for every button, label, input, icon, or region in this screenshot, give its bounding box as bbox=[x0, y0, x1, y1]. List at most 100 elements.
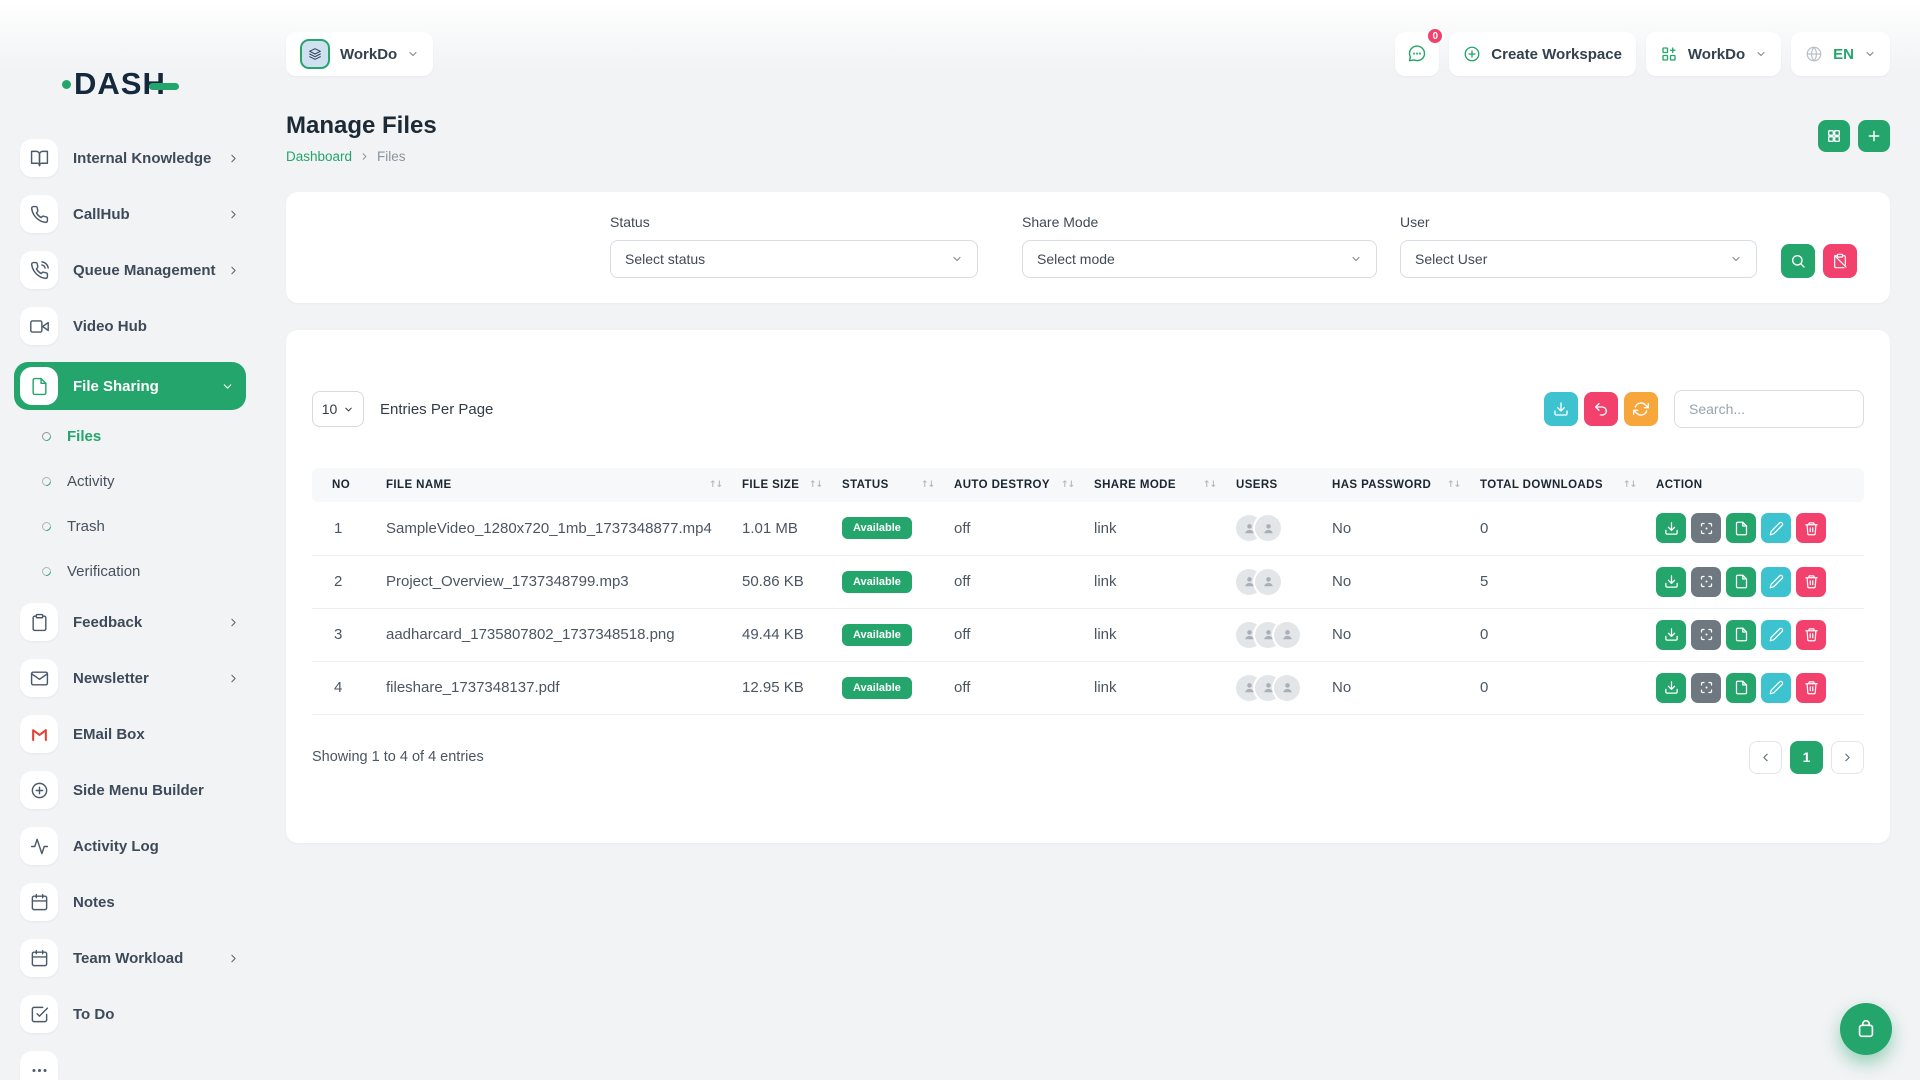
search-icon bbox=[1790, 253, 1806, 269]
workspace-dropdown[interactable]: WorkDo bbox=[1646, 32, 1781, 76]
sidebar-item-feedback[interactable]: Feedback bbox=[20, 602, 240, 642]
sidebar-subitem-trash[interactable]: Trash bbox=[20, 512, 240, 540]
table-search-input[interactable] bbox=[1674, 390, 1864, 428]
delete-action-button[interactable] bbox=[1796, 673, 1826, 703]
sidebar-item-internal-knowledge[interactable]: Internal Knowledge bbox=[20, 138, 240, 178]
delete-action-button[interactable] bbox=[1796, 513, 1826, 543]
logo[interactable]: DASH bbox=[62, 66, 240, 102]
create-workspace-button[interactable]: Create Workspace bbox=[1449, 32, 1636, 76]
entries-summary: Showing 1 to 4 of 4 entries bbox=[312, 749, 484, 765]
column-header-share-mode[interactable]: SHARE MODE↑↓ bbox=[1084, 468, 1226, 502]
file-action-button[interactable] bbox=[1726, 567, 1756, 597]
file-action-button[interactable] bbox=[1726, 673, 1756, 703]
messenger-button[interactable]: 0 bbox=[1395, 32, 1439, 76]
sidebar-item-email-box[interactable]: EMail Box bbox=[20, 714, 240, 754]
column-header-auto-destroy[interactable]: AUTO DESTROY↑↓ bbox=[944, 468, 1084, 502]
sidebar-item-team-workload[interactable]: Team Workload bbox=[20, 938, 240, 978]
status-filter-select[interactable]: Select status bbox=[610, 240, 978, 278]
language-dropdown[interactable]: EN bbox=[1791, 32, 1890, 76]
sort-icon[interactable]: ↑↓ bbox=[1447, 480, 1460, 490]
delete-action-button[interactable] bbox=[1796, 567, 1826, 597]
file-action-button[interactable] bbox=[1726, 513, 1756, 543]
sort-icon[interactable]: ↑↓ bbox=[809, 480, 822, 490]
layers-icon bbox=[307, 46, 323, 62]
column-header-total-downloads[interactable]: TOTAL DOWNLOADS↑↓ bbox=[1470, 468, 1646, 502]
sidebar-item-activity-log[interactable]: Activity Log bbox=[20, 826, 240, 866]
add-file-button[interactable] bbox=[1858, 120, 1890, 152]
sort-icon[interactable]: ↑↓ bbox=[1203, 480, 1216, 490]
scan-icon bbox=[1699, 574, 1714, 589]
user-avatar bbox=[1274, 675, 1300, 701]
activity-icon bbox=[30, 837, 49, 856]
phone-call-icon-box bbox=[20, 251, 58, 289]
page-1-button[interactable]: 1 bbox=[1790, 741, 1823, 774]
scan-action-button[interactable] bbox=[1691, 673, 1721, 703]
column-header-status[interactable]: STATUS↑↓ bbox=[832, 468, 944, 502]
pagination: 1 bbox=[1749, 741, 1864, 774]
delete-action-button[interactable] bbox=[1796, 620, 1826, 650]
sidebar-item-newsletter[interactable]: Newsletter bbox=[20, 658, 240, 698]
bullet-icon bbox=[40, 475, 53, 488]
next-page-button[interactable] bbox=[1831, 741, 1864, 774]
scan-action-button[interactable] bbox=[1691, 513, 1721, 543]
sort-icon[interactable]: ↑↓ bbox=[709, 480, 722, 490]
sidebar-subitem-files[interactable]: Files bbox=[20, 422, 240, 450]
edit-action-button[interactable] bbox=[1761, 673, 1791, 703]
edit-action-button[interactable] bbox=[1761, 620, 1791, 650]
sidebar-item-to-do[interactable]: To Do bbox=[20, 994, 240, 1034]
column-header-file-size[interactable]: FILE SIZE↑↓ bbox=[732, 468, 832, 502]
files-table-card: 10 Entries Per Page NOFILE NAME↑↓FILE SI… bbox=[286, 330, 1890, 843]
sidebar-item-side-menu-builder[interactable]: Side Menu Builder bbox=[20, 770, 240, 810]
refresh-button[interactable] bbox=[1624, 392, 1658, 426]
sidebar-subitem-activity[interactable]: Activity bbox=[20, 467, 240, 495]
reset-filter-button[interactable] bbox=[1823, 244, 1857, 278]
share-mode-filter-select[interactable]: Select mode bbox=[1022, 240, 1377, 278]
sort-icon[interactable]: ↑↓ bbox=[1623, 480, 1636, 490]
file-action-button[interactable] bbox=[1726, 620, 1756, 650]
table-row: 1SampleVideo_1280x720_1mb_1737348877.mp4… bbox=[312, 502, 1864, 555]
auto-destroy: off bbox=[944, 555, 1084, 608]
export-button[interactable] bbox=[1544, 392, 1578, 426]
column-header-users: USERS bbox=[1226, 468, 1322, 502]
entries-per-page-select[interactable]: 10 bbox=[312, 391, 364, 427]
sidebar-item-file-sharing[interactable]: File Sharing bbox=[14, 362, 246, 410]
calendar-icon bbox=[30, 893, 49, 912]
apply-filter-button[interactable] bbox=[1781, 244, 1815, 278]
column-header-has-password[interactable]: HAS PASSWORD↑↓ bbox=[1322, 468, 1470, 502]
workspace-switcher[interactable]: WorkDo bbox=[286, 32, 433, 76]
previous-page-button[interactable] bbox=[1749, 741, 1782, 774]
shared-users bbox=[1236, 622, 1312, 648]
bag-icon bbox=[1855, 1018, 1877, 1040]
chevron-right-icon bbox=[227, 672, 240, 685]
sort-icon[interactable]: ↑↓ bbox=[921, 480, 934, 490]
scan-action-button[interactable] bbox=[1691, 567, 1721, 597]
undo-button[interactable] bbox=[1584, 392, 1618, 426]
chevron-right-icon bbox=[227, 616, 240, 629]
sidebar-subitem-verification[interactable]: Verification bbox=[20, 557, 240, 585]
user-filter-select[interactable]: Select User bbox=[1400, 240, 1757, 278]
sort-icon[interactable]: ↑↓ bbox=[1061, 480, 1074, 490]
download-action-button[interactable] bbox=[1656, 567, 1686, 597]
sidebar-item-more[interactable] bbox=[20, 1050, 240, 1080]
user-avatar bbox=[1255, 515, 1281, 541]
chevron-right-icon bbox=[359, 151, 370, 162]
download-action-button[interactable] bbox=[1656, 673, 1686, 703]
grid-view-button[interactable] bbox=[1818, 120, 1850, 152]
breadcrumb-dashboard-link[interactable]: Dashboard bbox=[286, 149, 352, 164]
download-action-button[interactable] bbox=[1656, 620, 1686, 650]
download-action-button[interactable] bbox=[1656, 513, 1686, 543]
grid-plus-icon bbox=[1660, 45, 1678, 63]
sidebar-item-notes[interactable]: Notes bbox=[20, 882, 240, 922]
user-avatar bbox=[1274, 622, 1300, 648]
sidebar-item-video-hub[interactable]: Video Hub bbox=[20, 306, 240, 346]
edit-action-button[interactable] bbox=[1761, 513, 1791, 543]
addon-store-button[interactable] bbox=[1840, 1003, 1892, 1055]
edit-action-button[interactable] bbox=[1761, 567, 1791, 597]
shared-users bbox=[1236, 515, 1312, 541]
sidebar-item-queue-management[interactable]: Queue Management bbox=[20, 250, 240, 290]
file-icon bbox=[1734, 680, 1749, 695]
column-header-file-name[interactable]: FILE NAME↑↓ bbox=[376, 468, 732, 502]
file-icon bbox=[30, 377, 49, 396]
sidebar-item-callhub[interactable]: CallHub bbox=[20, 194, 240, 234]
scan-action-button[interactable] bbox=[1691, 620, 1721, 650]
